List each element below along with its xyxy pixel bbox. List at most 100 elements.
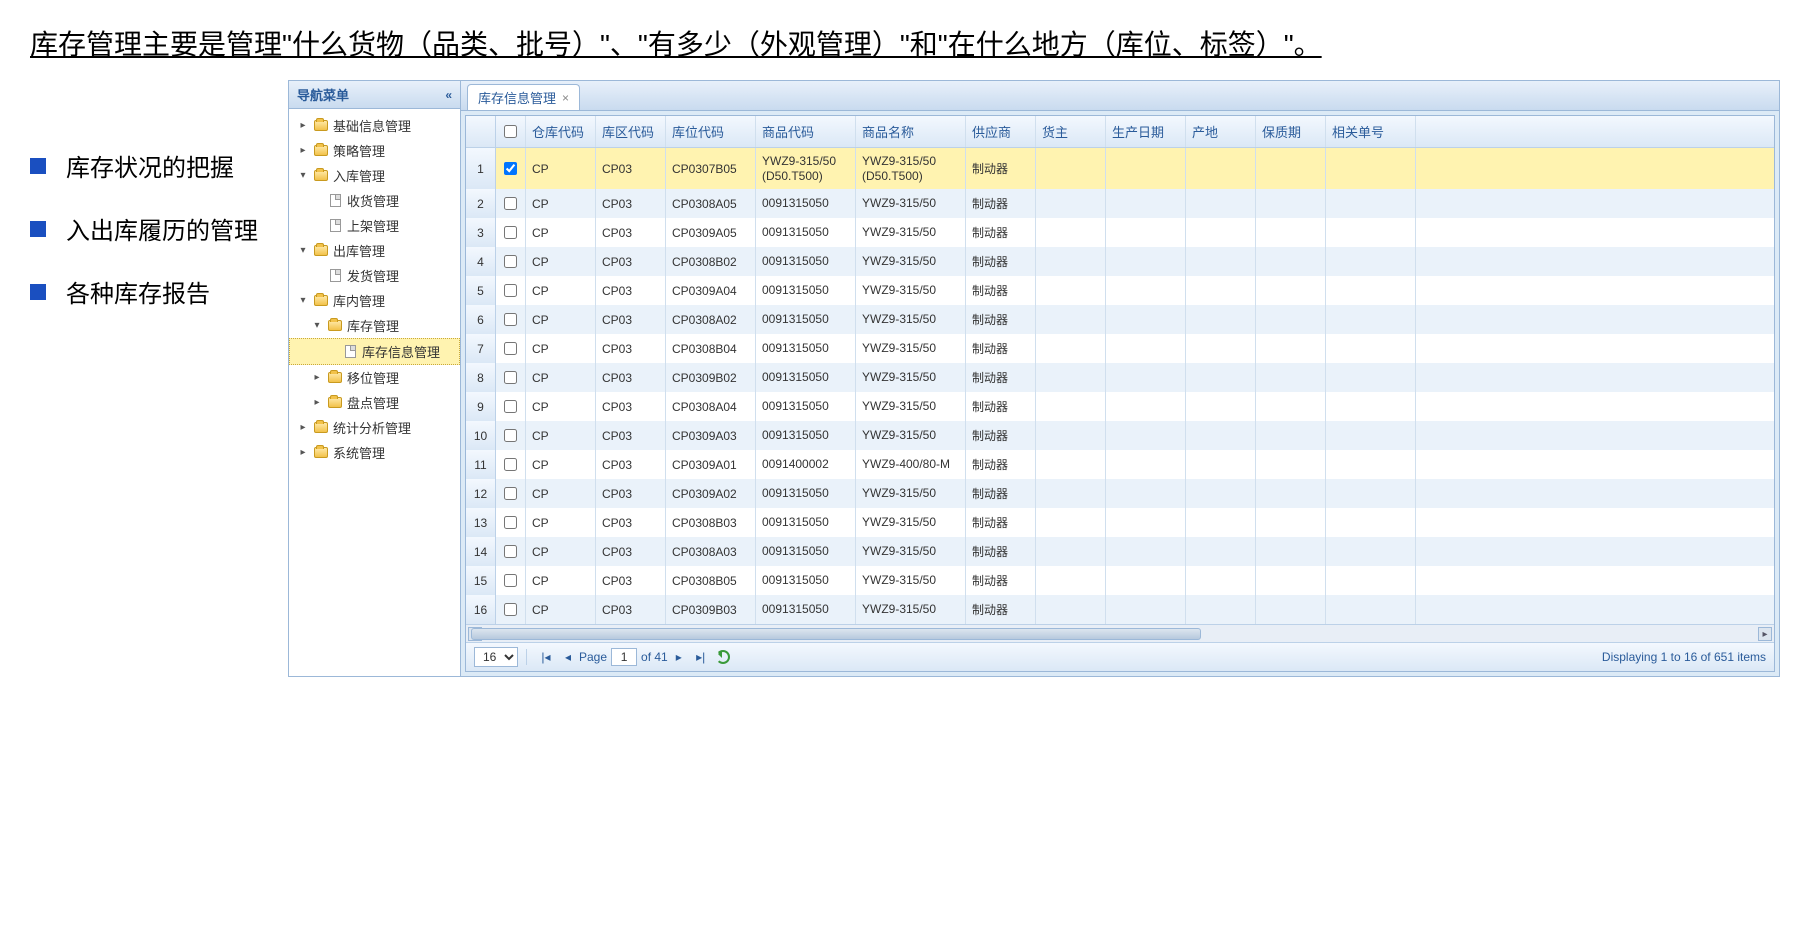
nav-item[interactable]: 上架管理	[289, 213, 460, 238]
table-row[interactable]: 10CPCP03CP0309A030091315050YWZ9-315/50制动…	[466, 421, 1774, 450]
expand-icon[interactable]: ▸	[311, 372, 323, 383]
row-checkbox[interactable]	[504, 516, 517, 529]
row-check-cell[interactable]	[496, 363, 526, 392]
table-row[interactable]: 13CPCP03CP0308B030091315050YWZ9-315/50制动…	[466, 508, 1774, 537]
row-checkbox[interactable]	[504, 197, 517, 210]
nav-item[interactable]: ▸系统管理	[289, 440, 460, 465]
expand-icon[interactable]: ▸	[311, 397, 323, 408]
row-checkbox[interactable]	[504, 458, 517, 471]
scroll-thumb[interactable]	[471, 628, 1201, 640]
nav-item[interactable]: ▸基础信息管理	[289, 113, 460, 138]
column-header[interactable]: 生产日期	[1106, 116, 1186, 147]
row-check-cell[interactable]	[496, 421, 526, 450]
table-row[interactable]: 15CPCP03CP0308B050091315050YWZ9-315/50制动…	[466, 566, 1774, 595]
refresh-button[interactable]	[715, 649, 731, 665]
table-row[interactable]: 12CPCP03CP0309A020091315050YWZ9-315/50制动…	[466, 479, 1774, 508]
sidebar-collapse-icon[interactable]: «	[445, 88, 452, 102]
row-check-cell[interactable]	[496, 450, 526, 479]
column-header[interactable]: 产地	[1186, 116, 1256, 147]
row-checkbox[interactable]	[504, 603, 517, 616]
row-check-cell[interactable]	[496, 392, 526, 421]
row-checkbox[interactable]	[504, 400, 517, 413]
column-header[interactable]: 供应商	[966, 116, 1036, 147]
table-row[interactable]: 8CPCP03CP0309B020091315050YWZ9-315/50制动器	[466, 363, 1774, 392]
table-row[interactable]: 11CPCP03CP0309A010091400002YWZ9-400/80-M…	[466, 450, 1774, 479]
table-row[interactable]: 7CPCP03CP0308B040091315050YWZ9-315/50制动器	[466, 334, 1774, 363]
row-check-cell[interactable]	[496, 479, 526, 508]
nav-item[interactable]: 发货管理	[289, 263, 460, 288]
expand-icon[interactable]: ▸	[297, 447, 309, 458]
expand-icon[interactable]: ▸	[297, 120, 309, 131]
expand-icon[interactable]: ▾	[297, 245, 309, 256]
first-page-button[interactable]: |◂	[538, 649, 554, 665]
table-row[interactable]: 4CPCP03CP0308B020091315050YWZ9-315/50制动器	[466, 247, 1774, 276]
row-check-cell[interactable]	[496, 334, 526, 363]
cell-prod-date	[1106, 537, 1186, 566]
table-row[interactable]: 5CPCP03CP0309A040091315050YWZ9-315/50制动器	[466, 276, 1774, 305]
column-header[interactable]: 相关单号	[1326, 116, 1416, 147]
nav-item[interactable]: ▸统计分析管理	[289, 415, 460, 440]
column-header[interactable]: 保质期	[1256, 116, 1326, 147]
row-check-cell[interactable]	[496, 276, 526, 305]
scroll-right-icon[interactable]: ▸	[1758, 627, 1772, 641]
row-checkbox[interactable]	[504, 255, 517, 268]
row-check-cell[interactable]	[496, 247, 526, 276]
page-size-select[interactable]: 16	[474, 647, 518, 667]
expand-icon[interactable]: ▾	[297, 295, 309, 306]
prev-page-button[interactable]: ◂	[560, 649, 576, 665]
row-checkbox[interactable]	[504, 226, 517, 239]
row-checkbox[interactable]	[504, 429, 517, 442]
nav-item[interactable]: 收货管理	[289, 188, 460, 213]
tab-inventory-info[interactable]: 库存信息管理 ×	[467, 84, 580, 110]
page-input[interactable]	[611, 648, 637, 666]
row-checkbox[interactable]	[504, 162, 517, 175]
table-row[interactable]: 16CPCP03CP0309B030091315050YWZ9-315/50制动…	[466, 595, 1774, 624]
row-checkbox[interactable]	[504, 284, 517, 297]
nav-item[interactable]: ▾库内管理	[289, 288, 460, 313]
row-check-cell[interactable]	[496, 189, 526, 218]
row-check-cell[interactable]	[496, 537, 526, 566]
column-header[interactable]: 库区代码	[596, 116, 666, 147]
check-all[interactable]	[504, 125, 517, 138]
nav-item[interactable]: ▾入库管理	[289, 163, 460, 188]
row-checkbox[interactable]	[504, 313, 517, 326]
table-row[interactable]: 6CPCP03CP0308A020091315050YWZ9-315/50制动器	[466, 305, 1774, 334]
expand-icon[interactable]: ▾	[297, 170, 309, 181]
row-checkbox[interactable]	[504, 487, 517, 500]
expand-icon[interactable]: ▸	[297, 145, 309, 156]
column-header[interactable]: 货主	[1036, 116, 1106, 147]
table-row[interactable]: 2CPCP03CP0308A050091315050YWZ9-315/50制动器	[466, 189, 1774, 218]
column-header[interactable]: 仓库代码	[526, 116, 596, 147]
row-checkbox[interactable]	[504, 574, 517, 587]
column-header[interactable]: 库位代码	[666, 116, 756, 147]
column-header[interactable]: 商品名称	[856, 116, 966, 147]
row-check-cell[interactable]	[496, 148, 526, 189]
row-checkbox[interactable]	[504, 342, 517, 355]
cell-item-name: YWZ9-315/50	[856, 537, 966, 566]
nav-item[interactable]: ▸盘点管理	[289, 390, 460, 415]
table-row[interactable]: 1CPCP03CP0307B05YWZ9-315/50 (D50.T500)YW…	[466, 148, 1774, 189]
horizontal-scrollbar[interactable]: ◂ ▸	[466, 624, 1774, 642]
table-row[interactable]: 14CPCP03CP0308A030091315050YWZ9-315/50制动…	[466, 537, 1774, 566]
nav-item[interactable]: ▸移位管理	[289, 365, 460, 390]
expand-icon[interactable]: ▸	[297, 422, 309, 433]
row-checkbox[interactable]	[504, 545, 517, 558]
nav-item[interactable]: ▸策略管理	[289, 138, 460, 163]
expand-icon[interactable]: ▾	[311, 320, 323, 331]
row-check-cell[interactable]	[496, 566, 526, 595]
row-check-cell[interactable]	[496, 218, 526, 247]
col-check-all[interactable]	[496, 116, 526, 147]
table-row[interactable]: 9CPCP03CP0308A040091315050YWZ9-315/50制动器	[466, 392, 1774, 421]
row-check-cell[interactable]	[496, 595, 526, 624]
nav-item[interactable]: 库存信息管理	[289, 338, 460, 365]
row-checkbox[interactable]	[504, 371, 517, 384]
nav-item[interactable]: ▾库存管理	[289, 313, 460, 338]
next-page-button[interactable]: ▸	[671, 649, 687, 665]
nav-item[interactable]: ▾出库管理	[289, 238, 460, 263]
column-header[interactable]: 商品代码	[756, 116, 856, 147]
close-icon[interactable]: ×	[562, 91, 569, 105]
row-check-cell[interactable]	[496, 305, 526, 334]
row-check-cell[interactable]	[496, 508, 526, 537]
last-page-button[interactable]: ▸|	[693, 649, 709, 665]
table-row[interactable]: 3CPCP03CP0309A050091315050YWZ9-315/50制动器	[466, 218, 1774, 247]
